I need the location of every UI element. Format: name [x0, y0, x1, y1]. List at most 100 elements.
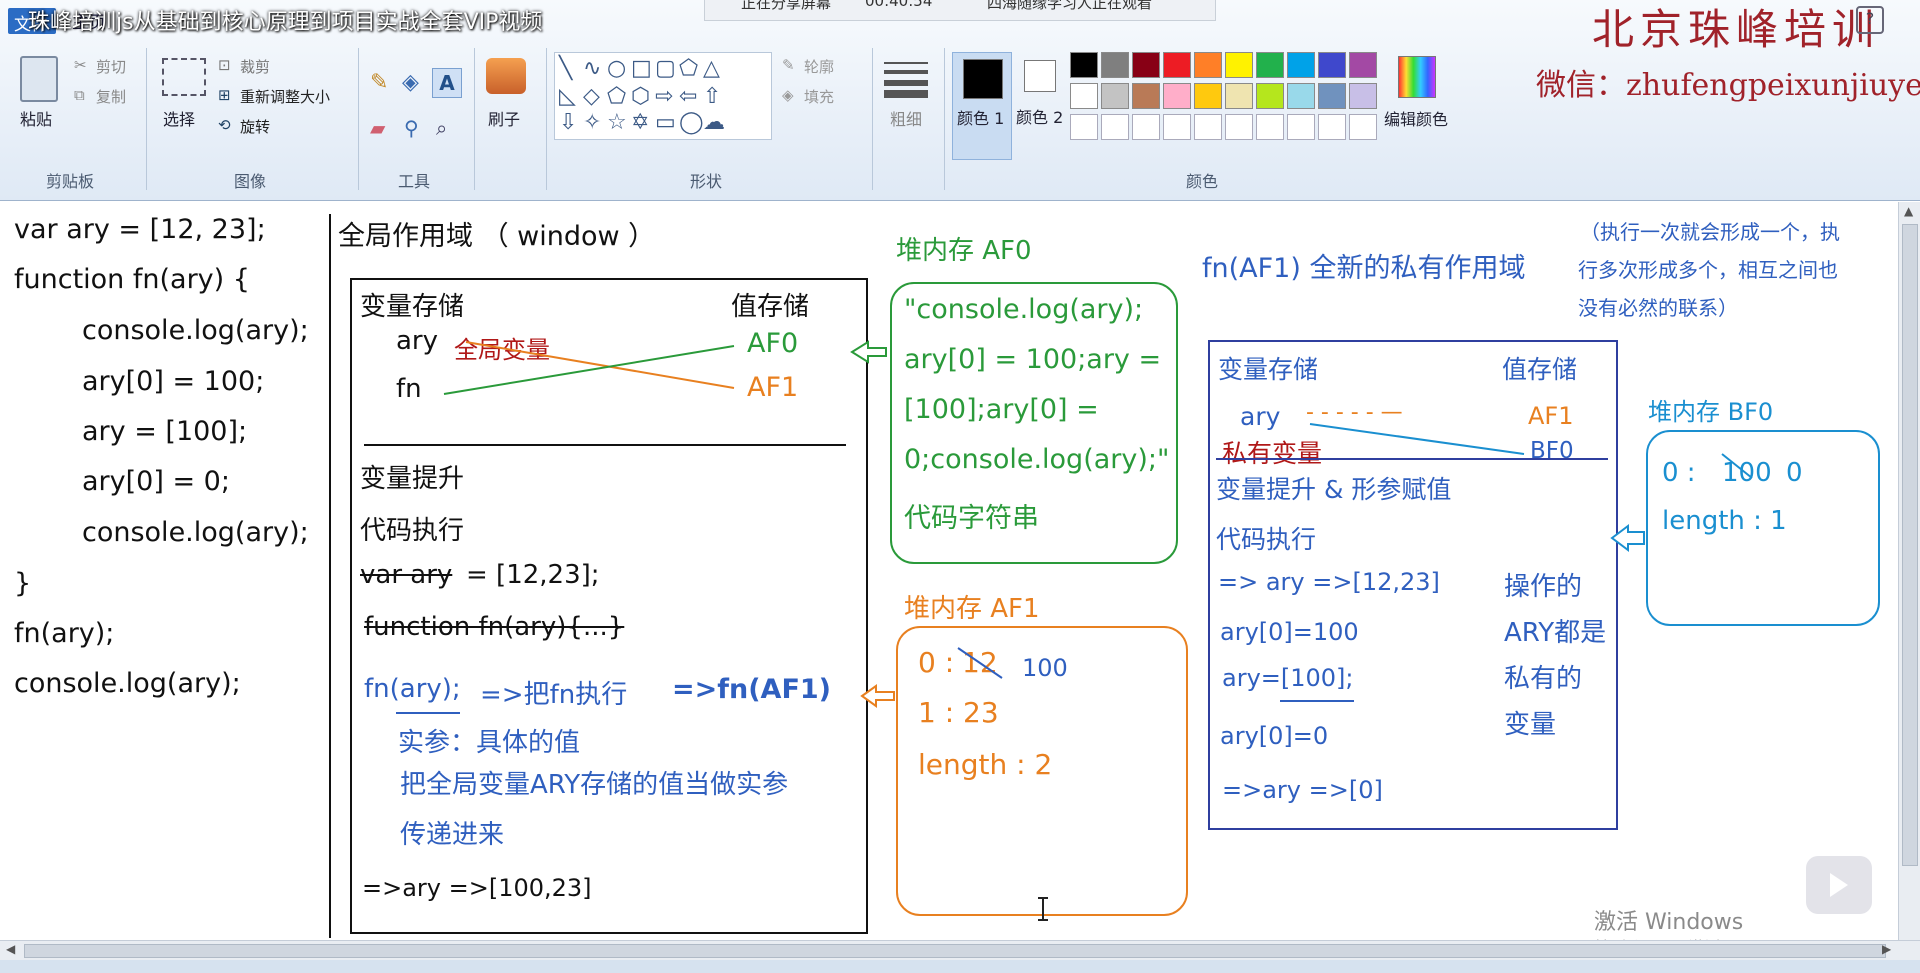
- select-icon[interactable]: [162, 58, 206, 96]
- arrow-up-shape-icon[interactable]: ⇧: [703, 85, 721, 109]
- color-swatch[interactable]: [1132, 83, 1160, 109]
- color-swatch[interactable]: [1225, 83, 1253, 109]
- color-swatch[interactable]: [1163, 52, 1191, 78]
- play-icon: [1830, 873, 1848, 897]
- color-swatch[interactable]: [1287, 52, 1315, 78]
- crop-button[interactable]: 裁剪: [240, 56, 270, 77]
- custom-color-slot[interactable]: [1070, 114, 1098, 140]
- custom-color-slot[interactable]: [1287, 114, 1315, 140]
- size-button[interactable]: 粗细: [890, 106, 922, 130]
- arrow-down-shape-icon[interactable]: ⇩: [559, 111, 577, 135]
- color-swatch[interactable]: [1256, 52, 1284, 78]
- copy-button[interactable]: 复制: [96, 86, 126, 107]
- horizontal-scroll-thumb[interactable]: [24, 944, 1886, 958]
- paint-canvas[interactable]: var ary = [12, 23]; function fn(ary) { c…: [0, 202, 1898, 957]
- star6-shape-icon[interactable]: ✡: [631, 111, 649, 135]
- color-swatch[interactable]: [1101, 52, 1129, 78]
- color-swatch[interactable]: [1163, 83, 1191, 109]
- size-icon[interactable]: [884, 58, 928, 98]
- hexagon-shape-icon[interactable]: ⬡: [631, 85, 650, 109]
- brush-icon[interactable]: [486, 58, 526, 94]
- colors-group-label: 颜色: [1186, 172, 1219, 191]
- custom-color-slot[interactable]: [1132, 114, 1160, 140]
- color2-button[interactable]: 颜色 2: [1012, 52, 1070, 158]
- custom-color-slot[interactable]: [1256, 114, 1284, 140]
- curve-shape-icon[interactable]: ∿: [583, 57, 601, 81]
- tools-group-label: 工具: [398, 172, 431, 191]
- resize-button[interactable]: 重新调整大小: [240, 86, 330, 107]
- color-swatch[interactable]: [1132, 52, 1160, 78]
- color-swatch[interactable]: [1287, 83, 1315, 109]
- color-picker-icon[interactable]: ⚲: [404, 116, 419, 140]
- custom-color-slot[interactable]: [1101, 114, 1129, 140]
- separator: [872, 48, 873, 190]
- cloud-shape-icon[interactable]: ☁: [703, 111, 725, 135]
- edit-colors-icon[interactable]: [1398, 56, 1436, 98]
- fill-button[interactable]: 填充: [804, 86, 834, 107]
- rotate-icon: ⟲: [218, 116, 231, 134]
- diamond-shape-icon[interactable]: ◇: [583, 85, 600, 109]
- resize-icon: ⊞: [218, 86, 231, 104]
- strike-100-line: [1721, 453, 1753, 479]
- select-button[interactable]: 选择: [163, 106, 195, 130]
- pentagon-shape-icon[interactable]: ⬠: [607, 85, 626, 109]
- callout-oval-shape-icon[interactable]: ◯: [679, 111, 704, 135]
- callout-rect-shape-icon[interactable]: ▭: [655, 111, 676, 135]
- pencil-icon[interactable]: ✎: [370, 70, 388, 95]
- arrow-left-shape-icon[interactable]: ⇦: [679, 85, 697, 109]
- sharing-label: 正在分享屏幕: [741, 0, 832, 12]
- color-swatch[interactable]: [1070, 83, 1098, 109]
- star4-shape-icon[interactable]: ✧: [583, 111, 601, 135]
- shapes-gallery[interactable]: ╲ ∿ ○ □ ▢ ⬠ △ ◺ ◇ ⬠ ⬡ ⇨ ⇦ ⇧ ⇩ ✧ ☆ ✡ ▭ ◯ …: [554, 52, 772, 140]
- status-bar: [0, 960, 1920, 973]
- color1-button[interactable]: 颜色 1: [952, 52, 1012, 160]
- brush-button[interactable]: 刷子: [488, 106, 520, 130]
- outline-button[interactable]: 轮廓: [804, 56, 834, 77]
- vertical-scrollbar[interactable]: ▲: [1898, 202, 1920, 940]
- scroll-right-icon[interactable]: ▶: [1882, 942, 1891, 956]
- vertical-scroll-thumb[interactable]: [1902, 224, 1918, 866]
- polygon-shape-icon[interactable]: ⬠: [679, 57, 698, 81]
- custom-color-slot[interactable]: [1194, 114, 1222, 140]
- star5-shape-icon[interactable]: ☆: [607, 111, 627, 135]
- paste-icon[interactable]: [20, 56, 58, 102]
- eraser-icon[interactable]: ▰: [370, 116, 385, 140]
- rectangle-shape-icon[interactable]: □: [631, 57, 652, 81]
- color-swatch[interactable]: [1101, 83, 1129, 109]
- help-icon[interactable]: ?: [1856, 6, 1884, 34]
- magnifier-icon[interactable]: ⌕: [436, 116, 447, 140]
- fill-bucket-icon[interactable]: ◈: [402, 70, 419, 95]
- custom-color-slot[interactable]: [1318, 114, 1346, 140]
- color-swatch[interactable]: [1318, 52, 1346, 78]
- horizontal-scrollbar[interactable]: ◀ ▶: [0, 940, 1920, 961]
- color-swatch[interactable]: [1349, 83, 1377, 109]
- play-button[interactable]: [1806, 856, 1872, 914]
- scroll-left-icon[interactable]: ◀: [6, 942, 15, 956]
- custom-color-slot[interactable]: [1225, 114, 1253, 140]
- rounded-rect-shape-icon[interactable]: ▢: [655, 57, 676, 81]
- right-triangle-shape-icon[interactable]: ◺: [559, 85, 576, 109]
- rotate-button[interactable]: 旋转: [240, 116, 270, 137]
- paste-button[interactable]: 粘贴: [20, 106, 52, 130]
- fn-to-af1-line: [465, 341, 735, 389]
- text-tool-icon[interactable]: A: [432, 68, 462, 98]
- color1-swatch: [963, 59, 1003, 99]
- line-shape-icon[interactable]: ╲: [559, 57, 572, 81]
- color-swatch[interactable]: [1194, 83, 1222, 109]
- color-swatch[interactable]: [1225, 52, 1253, 78]
- edit-colors-button[interactable]: 编辑颜色: [1384, 106, 1448, 130]
- scroll-up-icon[interactable]: ▲: [1904, 204, 1913, 218]
- oval-shape-icon[interactable]: ○: [607, 57, 626, 81]
- cut-button[interactable]: 剪切: [96, 56, 126, 77]
- separator: [546, 48, 547, 190]
- arrow-right-shape-icon[interactable]: ⇨: [655, 85, 673, 109]
- color-swatch[interactable]: [1070, 52, 1098, 78]
- color-swatch[interactable]: [1256, 83, 1284, 109]
- custom-color-slot[interactable]: [1349, 114, 1377, 140]
- color-swatch[interactable]: [1349, 52, 1377, 78]
- color-swatch[interactable]: [1194, 52, 1222, 78]
- triangle-shape-icon[interactable]: △: [703, 57, 720, 81]
- ribbon: 文件 主页 珠峰培训js从基础到核心原理到项目实战全套VIP视频 正在分享屏幕 …: [0, 0, 1920, 201]
- color-swatch[interactable]: [1318, 83, 1346, 109]
- custom-color-slot[interactable]: [1163, 114, 1191, 140]
